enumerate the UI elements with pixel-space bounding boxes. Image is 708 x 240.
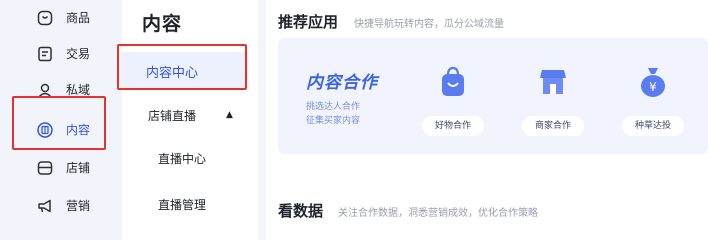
sidebar-item-product[interactable]: 商品 xyxy=(0,0,122,36)
sidebar-item-private-domain[interactable]: 私域 xyxy=(0,72,122,108)
promo-line: 征集买家内容 xyxy=(306,116,361,126)
menu-item-label: 直播管理 xyxy=(158,198,207,212)
app-label: 商家合作 xyxy=(522,116,584,136)
sidebar-item-marketing[interactable]: 营销 xyxy=(0,188,122,224)
app-label: 种草达投 xyxy=(622,116,684,136)
sidebar-item-label: 营销 xyxy=(66,199,91,213)
recommended-apps-banner: 内容合作 挑选达人合作 征集买家内容 好物合作 商家合作 ¥ 种草达投 xyxy=(278,38,708,154)
storefront-icon xyxy=(538,64,568,98)
sidebar-item-store[interactable]: 店铺 xyxy=(0,150,122,186)
menu-item-store-live[interactable]: 店铺直播 xyxy=(148,107,196,124)
app-label: 好物合作 xyxy=(422,116,484,136)
sidebar-item-trade[interactable]: 交易 xyxy=(0,36,122,72)
app-seeding-investment[interactable]: ¥ 种草达投 xyxy=(618,64,688,144)
content-icon xyxy=(36,121,54,139)
secondary-menu: 内容 内容中心 店铺直播 ▲ 直播中心 直播管理 xyxy=(122,0,258,240)
main-area: 推荐应用 快捷导航玩转内容，瓜分公域流量 内容合作 挑选达人合作 征集买家内容 … xyxy=(258,0,708,240)
data-section-subtitle: 关注合作数据，洞悉营销成效，优化合作策略 xyxy=(338,208,538,219)
shopping-bag-icon xyxy=(438,64,468,98)
trade-icon xyxy=(36,45,54,63)
menu-item-label: 店铺直播 xyxy=(148,109,197,123)
menu-item-content-center[interactable]: 内容中心 xyxy=(122,52,248,88)
menu-item-live-center[interactable]: 直播中心 xyxy=(158,150,206,167)
sidebar-item-content[interactable]: 内容 xyxy=(0,112,122,148)
chevron-up-icon[interactable]: ▲ xyxy=(226,110,233,120)
content-panel: 推荐应用 快捷导航玩转内容，瓜分公域流量 内容合作 挑选达人合作 征集买家内容 … xyxy=(266,0,708,240)
store-icon xyxy=(36,159,54,177)
menu-title: 内容 xyxy=(142,13,183,35)
promo-line: 挑选达人合作 xyxy=(306,102,361,112)
sidebar-item-label: 内容 xyxy=(66,123,91,137)
sidebar-item-label: 私域 xyxy=(66,83,91,97)
app-good-items-cooperation[interactable]: 好物合作 xyxy=(418,64,488,144)
menu-item-label: 直播中心 xyxy=(158,152,207,166)
sidebar-item-label: 交易 xyxy=(66,47,91,61)
product-icon xyxy=(36,9,54,27)
menu-item-label: 内容中心 xyxy=(146,66,199,81)
sidebar-item-label: 商品 xyxy=(66,11,91,25)
recommended-apps-title: 推荐应用 xyxy=(278,13,339,31)
recommended-apps-subtitle: 快捷导航玩转内容，瓜分公域流量 xyxy=(354,19,504,30)
app-merchant-cooperation[interactable]: 商家合作 xyxy=(518,64,588,144)
private-domain-icon xyxy=(36,81,54,99)
marketing-icon xyxy=(36,197,54,215)
menu-item-live-management[interactable]: 直播管理 xyxy=(158,196,206,213)
money-bag-icon: ¥ xyxy=(638,64,668,98)
svg-text:¥: ¥ xyxy=(649,80,657,94)
promo-title[interactable]: 内容合作 xyxy=(306,68,378,93)
primary-sidebar: 商品 交易 私域 内容 店铺 营销 xyxy=(0,0,122,240)
sidebar-item-label: 店铺 xyxy=(66,161,91,175)
data-section-title: 看数据 xyxy=(278,202,324,220)
